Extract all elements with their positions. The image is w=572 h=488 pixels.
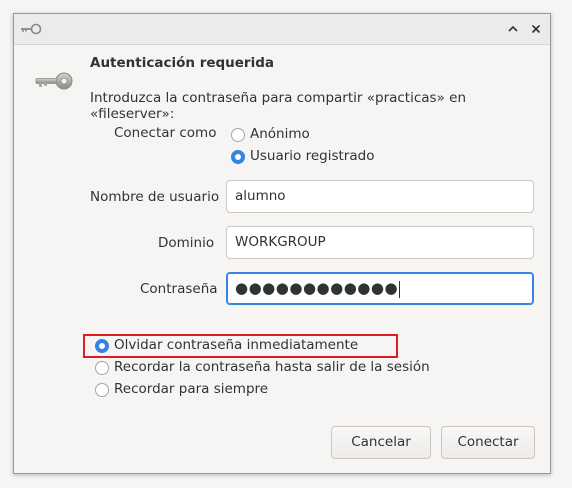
text-caret xyxy=(399,280,401,298)
username-label: Nombre de usuario xyxy=(90,189,220,205)
connect-as-label: Conectar como xyxy=(114,125,217,141)
radio-registered-user[interactable] xyxy=(231,150,245,164)
domain-field[interactable]: WORKGROUP xyxy=(226,226,534,259)
close-icon[interactable] xyxy=(528,21,544,37)
chevron-up-icon[interactable] xyxy=(505,21,521,37)
titlebar[interactable] xyxy=(14,14,550,45)
cancel-button[interactable]: Cancelar xyxy=(331,426,431,459)
radio-remember-forever[interactable] xyxy=(95,383,109,397)
radio-anonymous[interactable] xyxy=(231,128,245,142)
radio-forget-immediately[interactable] xyxy=(95,339,109,353)
radio-remember-session[interactable] xyxy=(95,361,109,375)
domain-label: Dominio xyxy=(158,235,215,251)
key-icon xyxy=(35,72,73,90)
password-label: Contraseña xyxy=(140,281,218,297)
dialog-description: Introduzca la contraseña para compartir … xyxy=(90,90,466,122)
auth-dialog: Autenticación requerida Introduzca la co… xyxy=(13,13,551,474)
radio-forget-immediately-label[interactable]: Olvidar contraseña inmediatamente xyxy=(114,337,358,353)
connect-button[interactable]: Conectar xyxy=(441,426,535,459)
radio-remember-forever-label[interactable]: Recordar para siempre xyxy=(114,381,268,397)
radio-registered-user-label[interactable]: Usuario registrado xyxy=(250,148,374,164)
password-field[interactable]: ●●●●●●●●●●●● xyxy=(226,272,534,305)
radio-anonymous-label[interactable]: Anónimo xyxy=(250,126,310,142)
key-icon xyxy=(21,23,42,35)
username-field[interactable]: alumno xyxy=(226,180,534,213)
password-value: ●●●●●●●●●●●● xyxy=(235,279,399,297)
dialog-title: Autenticación requerida xyxy=(90,55,274,71)
radio-remember-session-label[interactable]: Recordar la contraseña hasta salir de la… xyxy=(114,359,430,375)
